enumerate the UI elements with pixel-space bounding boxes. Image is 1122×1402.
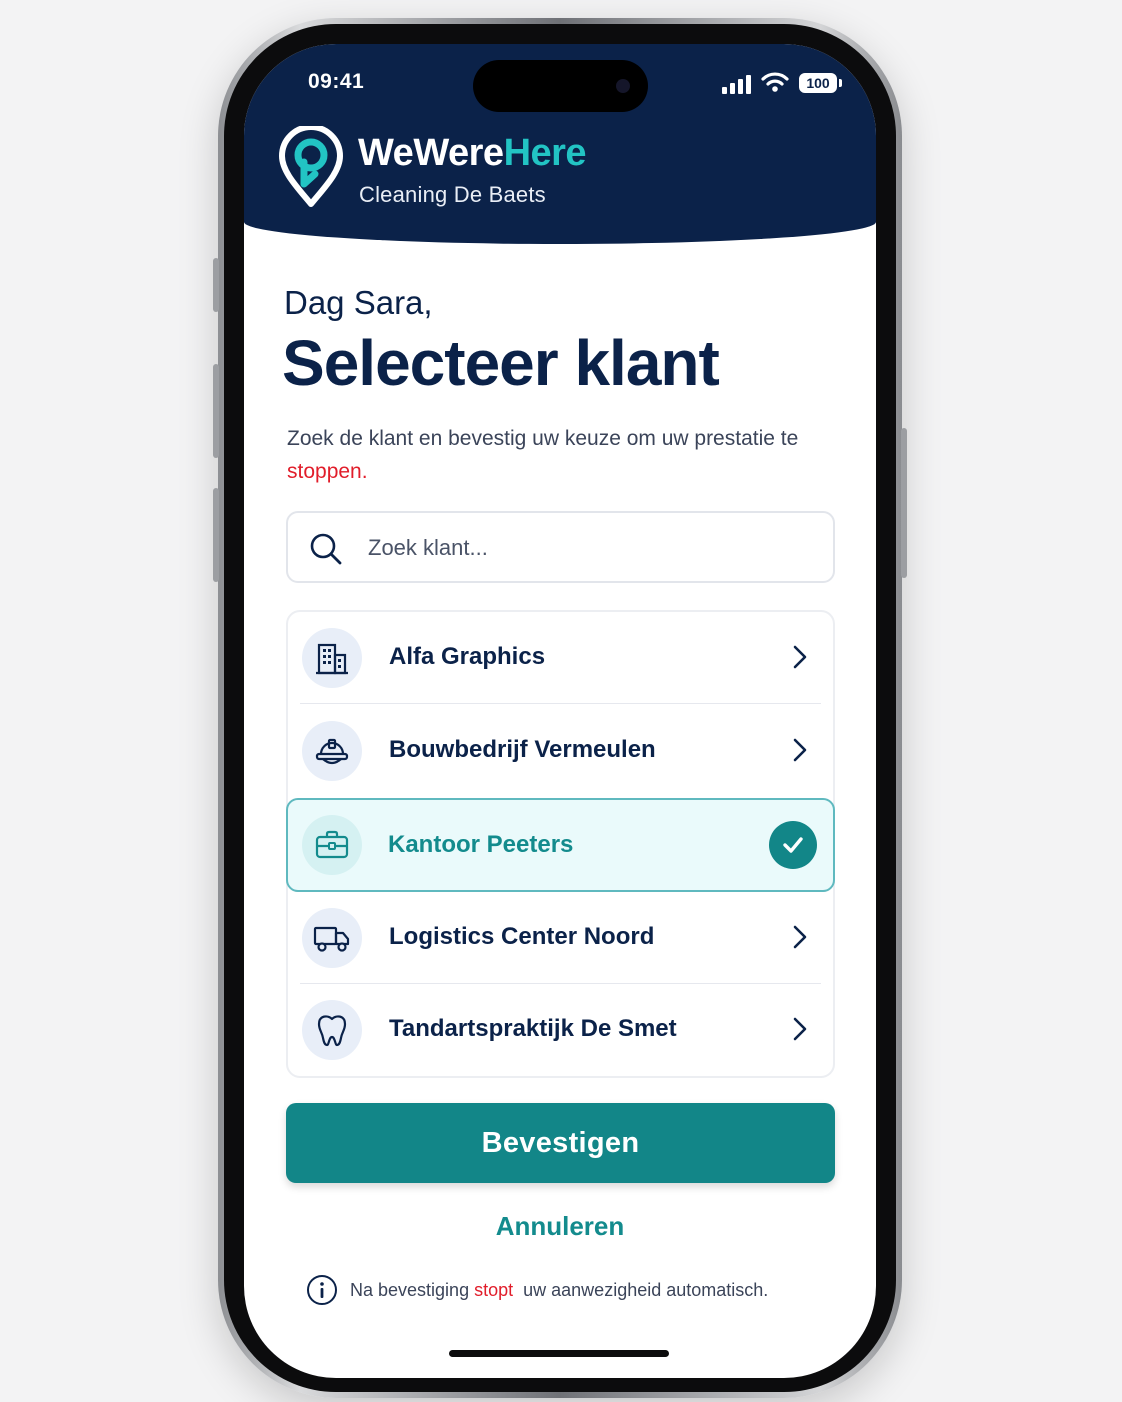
client-avatar bbox=[302, 1000, 362, 1060]
client-row-logistics-center-noord[interactable]: Logistics Center Noord bbox=[288, 892, 833, 984]
client-avatar bbox=[302, 815, 362, 875]
tooth-icon bbox=[317, 1015, 347, 1047]
chevron-right-icon bbox=[793, 645, 807, 669]
status-time: 09:41 bbox=[308, 70, 365, 93]
brand-accent: Here bbox=[503, 132, 587, 174]
info-text: Na bevestiging stopt uw aanwezigheid aut… bbox=[350, 1280, 768, 1301]
search-icon bbox=[310, 533, 342, 565]
client-name: Bouwbedrijf Vermeulen bbox=[389, 736, 656, 763]
volume-up-button bbox=[213, 364, 219, 458]
instructions: Zoek de klant en bevestig uw keuze om uw… bbox=[287, 422, 847, 488]
location-pin-logo-icon bbox=[279, 126, 343, 207]
brand-name: WeWereHere bbox=[358, 132, 587, 175]
chevron-right-icon bbox=[793, 738, 807, 762]
client-avatar bbox=[302, 628, 362, 688]
info-note: Na bevestiging stopt uw aanwezigheid aut… bbox=[306, 1274, 768, 1306]
client-row-tandartspraktijk-de-smet[interactable]: Tandartspraktijk De Smet bbox=[288, 984, 833, 1076]
power-button bbox=[901, 428, 907, 578]
info-text-prefix: Na bevestiging bbox=[350, 1279, 470, 1300]
page-title: Selecteer klant bbox=[282, 327, 720, 399]
truck-icon bbox=[313, 926, 350, 952]
client-name: Logistics Center Noord bbox=[389, 923, 655, 950]
volume-down-button bbox=[213, 488, 219, 582]
row-divider bbox=[300, 703, 821, 704]
instructions-text: Zoek de klant en bevestig uw keuze om uw… bbox=[287, 427, 799, 450]
client-row-bouwbedrijf-vermeulen[interactable]: Bouwbedrijf Vermeulen bbox=[288, 705, 833, 797]
status-bar: 09:41 100 bbox=[244, 44, 876, 124]
client-row-kantoor-peeters[interactable]: Kantoor Peeters bbox=[286, 798, 835, 892]
building-icon bbox=[316, 643, 348, 675]
app-screen: 09:41 100 WeWereHere Cleaning De Baets D… bbox=[244, 44, 876, 1378]
search-input[interactable] bbox=[366, 527, 810, 569]
client-name: Kantoor Peeters bbox=[388, 831, 574, 858]
briefcase-icon bbox=[315, 830, 349, 859]
info-icon bbox=[307, 1275, 337, 1305]
client-avatar bbox=[302, 908, 362, 968]
action-button bbox=[213, 258, 219, 312]
company-name: Cleaning De Baets bbox=[359, 182, 546, 207]
dynamic-island bbox=[473, 60, 648, 112]
client-name: Alfa Graphics bbox=[389, 643, 546, 670]
search-field[interactable] bbox=[286, 511, 835, 583]
greeting: Dag Sara, bbox=[284, 284, 433, 321]
home-indicator[interactable] bbox=[449, 1350, 669, 1357]
selected-check-icon bbox=[769, 821, 817, 869]
cancel-button[interactable]: Annuleren bbox=[460, 1206, 660, 1246]
info-text-emphasis: stopt bbox=[474, 1279, 514, 1300]
client-name: Tandartspraktijk De Smet bbox=[389, 1015, 677, 1042]
client-row-alfa-graphics[interactable]: Alfa Graphics bbox=[288, 612, 833, 704]
wifi-icon bbox=[761, 72, 789, 92]
confirm-button[interactable]: Bevestigen bbox=[286, 1103, 835, 1183]
chevron-right-icon bbox=[793, 1017, 807, 1041]
app-header: 09:41 100 WeWereHere Cleaning De Baets bbox=[244, 44, 876, 244]
brand-prefix: WeWere bbox=[358, 132, 504, 174]
hard-hat-icon bbox=[315, 738, 349, 765]
info-text-suffix: uw aanwezigheid automatisch. bbox=[523, 1279, 769, 1300]
client-avatar bbox=[302, 721, 362, 781]
battery-nub bbox=[839, 79, 842, 87]
cellular-signal-icon bbox=[722, 75, 751, 94]
instructions-emphasis: stoppen. bbox=[287, 460, 368, 483]
battery-indicator: 100 bbox=[799, 73, 837, 93]
chevron-right-icon bbox=[793, 925, 807, 949]
